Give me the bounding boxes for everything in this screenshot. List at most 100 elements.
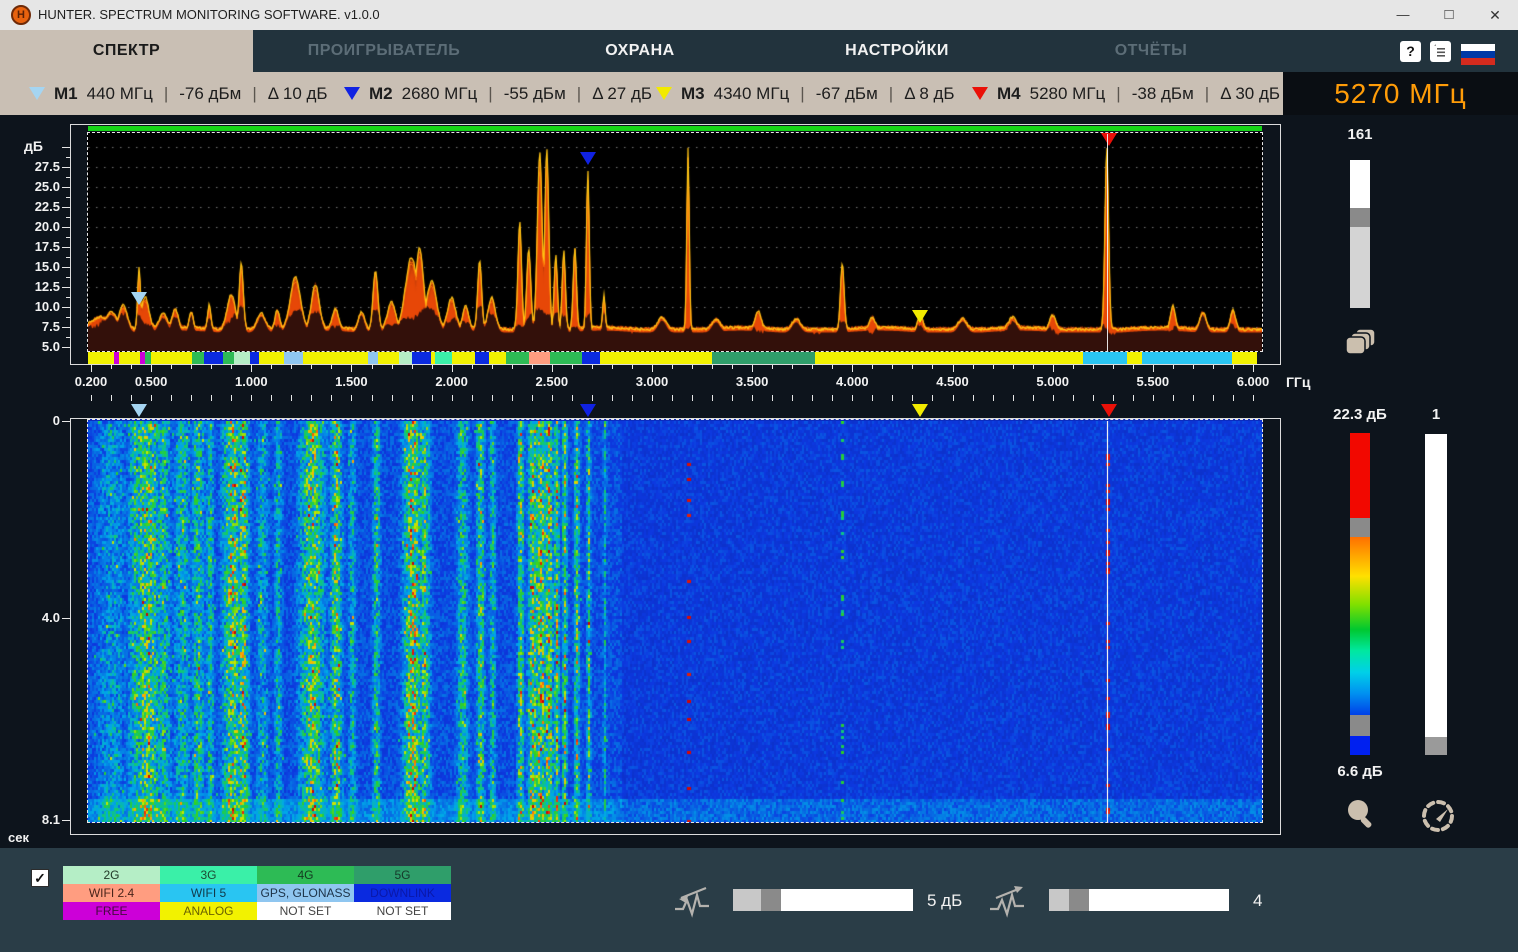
smooth-slider-handle[interactable] (1069, 889, 1089, 911)
divider: | (1205, 84, 1209, 104)
marker-level: -55 дБм (504, 84, 566, 104)
tab-settings[interactable]: НАСТРОЙКИ (772, 30, 1022, 72)
waterfall-time-tick (62, 820, 70, 821)
spectrum-marker-m2-icon[interactable] (580, 152, 596, 165)
spectrum-marker-m3-icon[interactable] (912, 310, 928, 323)
help-icon[interactable]: ? (1400, 41, 1421, 62)
x-tick-minor-lower (692, 395, 693, 401)
slider-lower-track[interactable] (1350, 227, 1370, 308)
spectrum-plot-area[interactable] (87, 132, 1263, 352)
band-segment-analog (489, 352, 506, 364)
x-tick-minor (672, 365, 673, 369)
x-tick-minor-lower (492, 395, 493, 401)
x-tick-minor-lower (91, 395, 92, 401)
x-tick-major (351, 365, 352, 372)
x-tick-label: 1.000 (221, 374, 281, 389)
x-tick-minor-lower (231, 395, 232, 401)
x-tick-minor (131, 365, 132, 369)
x-tick-minor-lower (251, 395, 252, 401)
x-tick-major (91, 365, 92, 372)
band-segment-3g (435, 352, 452, 364)
x-tick-minor-lower (1093, 395, 1094, 401)
band-segment-2g (399, 352, 412, 364)
layers-icon[interactable] (1345, 328, 1377, 365)
slider-handle[interactable] (1350, 208, 1370, 227)
gauge-icon[interactable] (1418, 796, 1458, 841)
x-tick-minor-lower (1113, 395, 1114, 401)
x-tick-minor (432, 365, 433, 369)
x-tick-label: 3.000 (622, 374, 682, 389)
close-button[interactable]: ✕ (1472, 0, 1518, 30)
x-tick-minor (492, 365, 493, 369)
smooth-slider[interactable] (1049, 889, 1229, 911)
y-tick-label: 5.0 (18, 339, 60, 354)
averaging-count-value: 161 (1330, 126, 1390, 143)
waterfall-marker-m4-icon[interactable] (1101, 404, 1117, 417)
marker-readout-m4[interactable]: M4 5280 МГц | -38 дБм | Δ 30 дБ (972, 72, 1280, 115)
waterfall-canvas[interactable] (88, 421, 1262, 822)
marker-readout-m2[interactable]: M2 2680 МГц | -55 дБм | Δ 27 дБ (344, 72, 652, 115)
trace-slider-track[interactable] (1425, 434, 1447, 737)
marker-freq: 4340 МГц (714, 84, 790, 104)
colorscale-max-handle[interactable] (1350, 518, 1370, 537)
marker-freq: 5280 МГц (1030, 84, 1106, 104)
tab-guard[interactable]: ОХРАНА (515, 30, 765, 72)
x-tick-minor (291, 365, 292, 369)
tab-reports[interactable]: ОТЧЁТЫ (1026, 30, 1276, 72)
band-segment-downlink (250, 352, 259, 364)
trigger-level-bar[interactable] (88, 126, 1262, 131)
legend-cell-free: FREE (63, 902, 160, 920)
x-tick-major (251, 365, 252, 372)
band-segment-empty (1257, 352, 1262, 364)
threshold-value: 5 дБ (927, 891, 962, 911)
band-segment-gps (368, 352, 378, 364)
spectrum-marker-m4-icon[interactable] (1101, 133, 1117, 146)
current-frequency-line-spectrum (1107, 134, 1108, 351)
marker-id: M3 (681, 84, 705, 104)
marker-m3-icon (656, 87, 672, 100)
marker-readout-m1[interactable]: M1 440 МГц | -76 дБм | Δ 10 дБ (29, 72, 328, 115)
band-segment-downlink (412, 352, 431, 364)
minimize-button[interactable]: — (1380, 0, 1426, 30)
x-tick-minor (1193, 365, 1194, 369)
colorscale-slider[interactable] (1350, 433, 1370, 755)
current-frequency-readout: 5270 МГц (1283, 72, 1518, 115)
x-tick-minor (231, 365, 232, 369)
waterfall-area[interactable] (87, 419, 1263, 823)
tab-spectrum[interactable]: СПЕКТР (0, 30, 253, 72)
maximize-button[interactable]: □ (1426, 0, 1472, 30)
threshold-slider[interactable] (733, 889, 913, 911)
x-tick-minor-lower (752, 395, 753, 401)
marker-readout-m3[interactable]: M3 4340 МГц | -67 дБм | Δ 8 дБ (656, 72, 955, 115)
spectrum-marker-m1-icon[interactable] (131, 292, 147, 305)
waterfall-time-label: 4.0 (18, 610, 60, 625)
band-segment-analog (1232, 352, 1257, 364)
language-flag-icon[interactable] (1461, 44, 1495, 65)
band-segment-wifi5 (1142, 352, 1232, 364)
trace-slider[interactable] (1425, 434, 1445, 755)
trace-slider-handle[interactable] (1425, 737, 1447, 755)
waterfall-marker-m2-icon[interactable] (580, 404, 596, 417)
waterfall-marker-m1-icon[interactable] (131, 404, 147, 417)
marker-id: M4 (997, 84, 1021, 104)
report-icon[interactable] (1430, 41, 1451, 62)
tab-player[interactable]: ПРОИГРЫВАТЕЛЬ (253, 30, 515, 72)
y-tick-major (62, 207, 70, 208)
slider-upper-track[interactable] (1350, 160, 1370, 208)
averaging-slider[interactable] (1350, 160, 1370, 308)
y-tick-major (62, 287, 70, 288)
spectrum-canvas[interactable] (88, 133, 1262, 351)
waterfall-marker-m3-icon[interactable] (912, 404, 928, 417)
colorscale-min-handle[interactable] (1350, 715, 1370, 736)
zoom-icon[interactable] (1343, 796, 1379, 839)
x-tick-minor-lower (452, 395, 453, 401)
x-tick-minor-lower (472, 395, 473, 401)
legend-visibility-checkbox[interactable]: ✓ (31, 869, 49, 887)
x-tick-label: 6.000 (1223, 374, 1283, 389)
x-tick-minor-lower (1153, 395, 1154, 401)
x-tick-major (652, 365, 653, 372)
x-tick-minor (732, 365, 733, 369)
band-segment-analog (815, 352, 1083, 364)
colorscale-min-value: 6.6 дБ (1325, 763, 1395, 780)
threshold-slider-handle[interactable] (761, 889, 781, 911)
